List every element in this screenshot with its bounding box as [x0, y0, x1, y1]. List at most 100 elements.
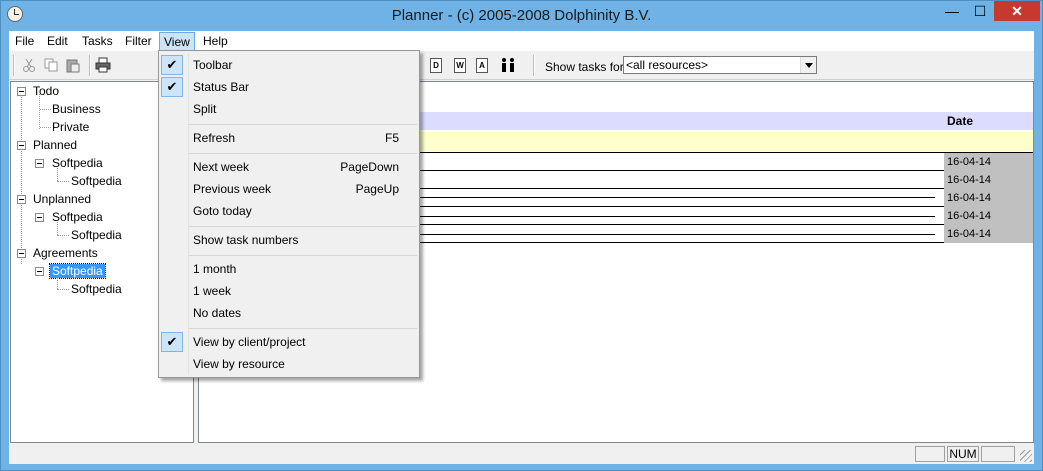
print-icon[interactable]	[95, 57, 111, 73]
menu-item-label: View by client/project	[193, 335, 306, 349]
collapse-icon[interactable]	[17, 195, 26, 204]
toolbar-separator	[89, 55, 91, 76]
menu-help[interactable]: Help	[203, 34, 228, 48]
menu-item-goto-today[interactable]: Goto today	[159, 200, 419, 222]
resize-grip[interactable]	[1020, 450, 1032, 462]
all-report-icon[interactable]: A	[476, 58, 488, 73]
tree-item-todo[interactable]: Todo	[33, 84, 59, 98]
menu-edit[interactable]: Edit	[47, 34, 68, 48]
date-column-header[interactable]: Date	[947, 114, 973, 128]
toolbar-separator	[533, 55, 535, 76]
menu-item-no-dates[interactable]: No dates	[159, 302, 419, 324]
menu-tasks[interactable]: Tasks	[82, 34, 113, 48]
tree-item-unplanned[interactable]: Unplanned	[33, 192, 91, 206]
shortcut-label: F5	[384, 131, 399, 145]
close-button[interactable]: ✕	[994, 1, 1040, 21]
resource-select[interactable]: <all resources>	[623, 56, 817, 74]
window-title: Planner - (c) 2005-2008 Dolphinity B.V.	[391, 7, 652, 24]
collapse-icon[interactable]	[17, 141, 26, 150]
collapse-icon[interactable]	[35, 159, 44, 168]
tree-line	[39, 94, 40, 129]
date-cell[interactable]: 16-04-14	[944, 189, 1033, 207]
app-window: Planner - (c) 2005-2008 Dolphinity B.V. …	[0, 0, 1043, 471]
week-report-icon[interactable]: W	[454, 58, 466, 73]
collapse-icon[interactable]	[35, 267, 44, 276]
menu-item-label: 1 week	[193, 284, 232, 298]
tree-line	[57, 222, 58, 235]
collapse-icon[interactable]	[35, 213, 44, 222]
menu-item-label: Toolbar	[193, 58, 233, 72]
tree-item-agreements-task[interactable]: Softpedia	[71, 282, 122, 296]
menu-item-next-week[interactable]: Next week PageDown	[159, 156, 419, 178]
shortcut-label: PageDown	[340, 160, 399, 174]
num-lock-indicator: NUM	[947, 446, 979, 462]
menu-filter[interactable]: Filter	[125, 34, 152, 48]
tree-item-planned[interactable]: Planned	[33, 138, 77, 152]
menu-item-refresh[interactable]: Refresh F5	[159, 127, 419, 149]
check-icon: ✔	[161, 332, 183, 352]
tree-line	[57, 181, 69, 182]
shortcut-label: PageUp	[355, 182, 399, 196]
status-bar: NUM	[9, 444, 1034, 464]
menu-item-status-bar[interactable]: ✔ Status Bar	[159, 76, 419, 98]
collapse-icon[interactable]	[17, 87, 26, 96]
minimize-button[interactable]: —	[938, 1, 966, 21]
resources-icon[interactable]	[500, 57, 516, 73]
collapse-icon[interactable]	[17, 249, 26, 258]
day-report-icon[interactable]: D	[430, 58, 442, 73]
menu-separator	[189, 226, 417, 227]
paste-icon[interactable]	[65, 57, 81, 73]
menu-item-label: No dates	[193, 306, 242, 320]
tree-item-business[interactable]: Business	[52, 102, 101, 116]
menu-item-show-task-numbers[interactable]: Show task numbers	[159, 229, 419, 251]
tree-line	[40, 127, 51, 128]
menu-item-label: Previous week	[193, 182, 272, 196]
tree-line	[57, 235, 69, 236]
menu-item-split[interactable]: Split	[159, 98, 419, 120]
menu-separator	[189, 124, 417, 125]
menu-item-label: 1 month	[193, 262, 237, 276]
date-cell[interactable]: 16-04-14	[944, 153, 1033, 171]
chevron-down-icon[interactable]	[800, 57, 816, 73]
menu-item-view-by-resource[interactable]: View by resource	[159, 353, 419, 375]
menu-item-toolbar[interactable]: ✔ Toolbar	[159, 54, 419, 76]
date-cell[interactable]: 16-04-14	[944, 225, 1033, 243]
tree-item-private[interactable]: Private	[52, 120, 89, 134]
menu-bar: File Edit Tasks Filter View Help	[9, 31, 1034, 52]
date-cell[interactable]: 16-04-14	[944, 207, 1033, 225]
menu-item-view-by-client[interactable]: ✔ View by client/project	[159, 331, 419, 353]
menu-view[interactable]: View	[159, 32, 195, 52]
menu-item-1-week[interactable]: 1 week	[159, 280, 419, 302]
menu-separator	[189, 153, 417, 154]
menu-item-label: Next week	[193, 160, 250, 174]
tree-line	[57, 276, 58, 289]
check-icon: ✔	[161, 55, 183, 75]
tree-item-agreements[interactable]: Agreements	[33, 246, 98, 260]
menu-separator	[189, 255, 417, 256]
menu-item-label: Show task numbers	[193, 233, 299, 247]
tree-item-unplanned-project[interactable]: Softpedia	[52, 210, 103, 224]
tree-line	[21, 94, 22, 264]
tree-item-planned-task[interactable]: Softpedia	[71, 174, 122, 188]
cut-icon[interactable]	[21, 57, 37, 73]
menu-item-label: Status Bar	[193, 80, 250, 94]
menu-item-previous-week[interactable]: Previous week PageUp	[159, 178, 419, 200]
status-panel	[915, 446, 945, 462]
menu-item-label: View by resource	[193, 357, 285, 371]
date-cell[interactable]: 16-04-14	[944, 171, 1033, 189]
status-panel	[981, 446, 1015, 462]
tree-item-agreements-project[interactable]: Softpedia	[49, 263, 106, 279]
tree-line	[57, 289, 69, 290]
tree-item-unplanned-task[interactable]: Softpedia	[71, 228, 122, 242]
tree-item-planned-project[interactable]: Softpedia	[52, 156, 103, 170]
menu-file[interactable]: File	[15, 34, 34, 48]
tree-line	[40, 109, 51, 110]
menu-item-1-month[interactable]: 1 month	[159, 258, 419, 280]
title-bar: Planner - (c) 2005-2008 Dolphinity B.V. …	[1, 1, 1042, 30]
view-menu-dropdown: ✔ Toolbar ✔ Status Bar Split Refresh F5 …	[158, 50, 420, 378]
copy-icon[interactable]	[43, 57, 59, 73]
menu-separator	[189, 328, 417, 329]
maximize-button[interactable]: ☐	[966, 1, 994, 21]
show-tasks-label: Show tasks for	[545, 60, 624, 74]
check-icon: ✔	[161, 77, 183, 97]
